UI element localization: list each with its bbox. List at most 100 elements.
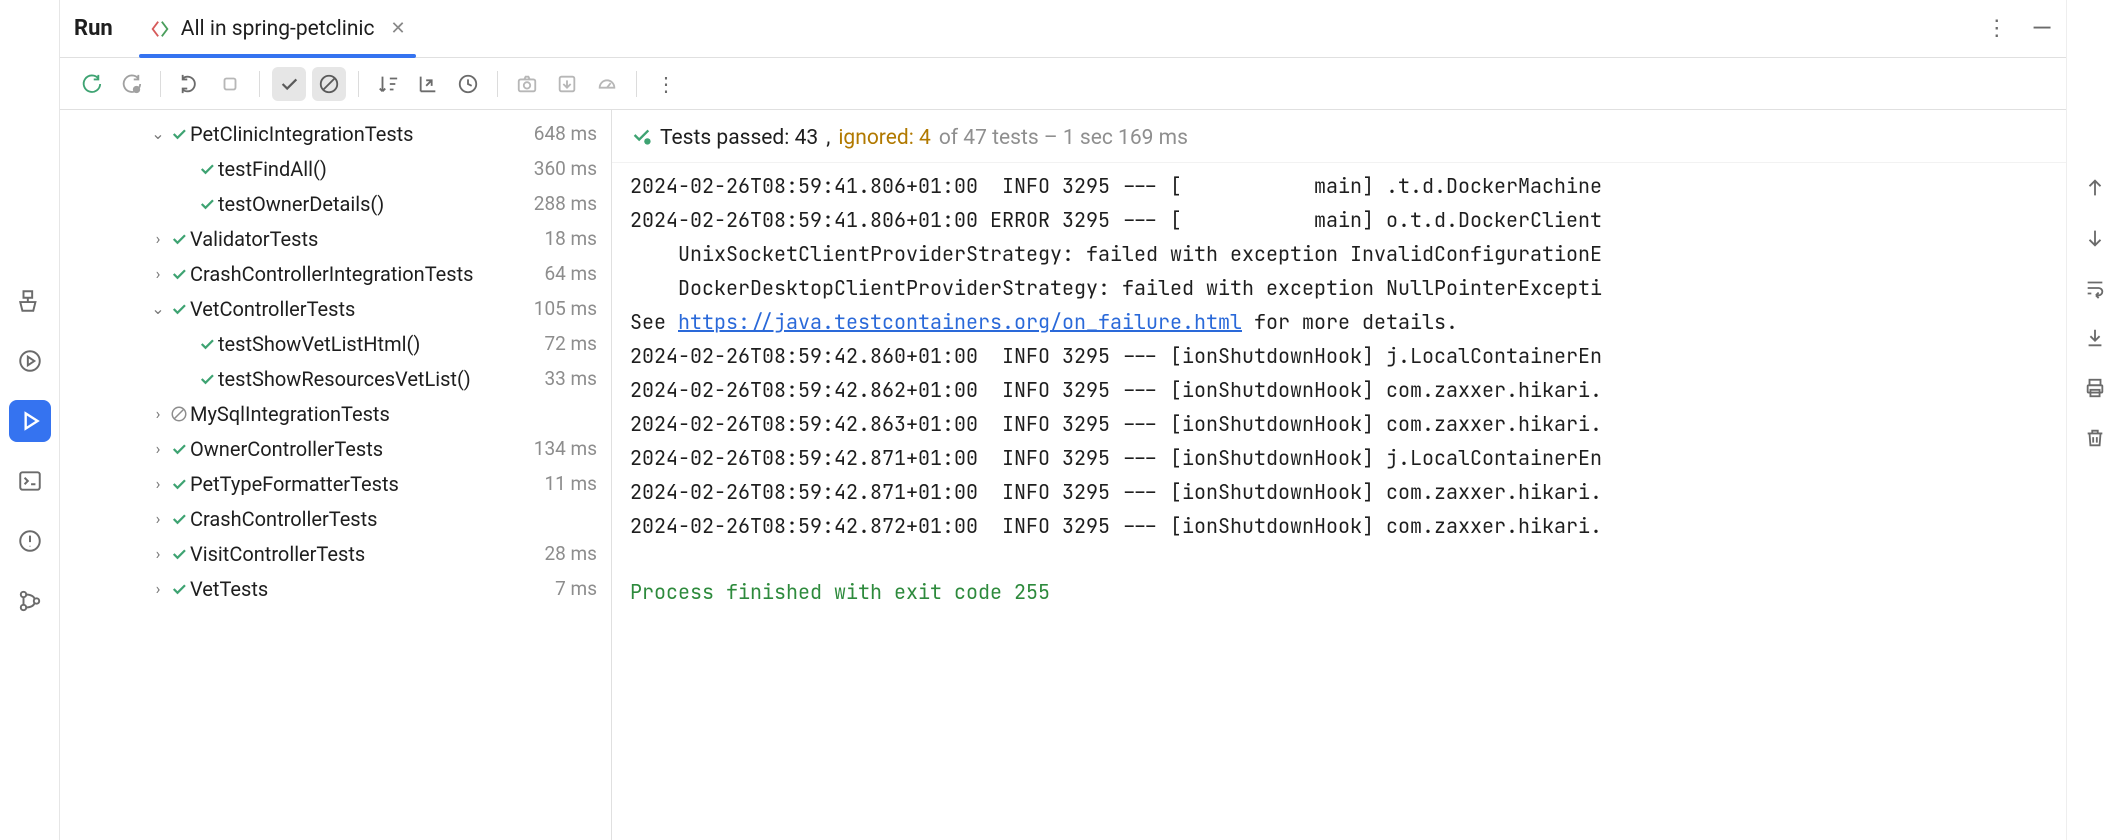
test-tree-row[interactable]: ⌄ VetControllerTests105 ms (60, 291, 611, 326)
test-duration: 360 ms (534, 157, 597, 180)
test-tree-row[interactable]: testShowResourcesVetList()33 ms (60, 361, 611, 396)
test-name: VetControllerTests (190, 297, 534, 321)
summary-ignored-label: ignored: 4 (838, 126, 930, 150)
test-name: CrashControllerTests (190, 507, 597, 531)
toggle-auto-test-button[interactable] (173, 67, 207, 101)
test-tree-row[interactable]: testOwnerDetails()288 ms (60, 186, 611, 221)
console-output[interactable]: 2024-02-26T08:59:41.806+01:00 INFO 3295 … (630, 169, 2060, 609)
ignored-icon (168, 405, 190, 423)
test-name: CrashControllerIntegrationTests (190, 262, 544, 286)
chevron-right-icon[interactable]: › (148, 509, 168, 528)
import-button[interactable] (550, 67, 584, 101)
test-summary: Tests passed: 43, ignored: 4 of 47 tests… (612, 110, 2066, 163)
pass-icon (168, 580, 190, 598)
test-tree-row[interactable]: ›OwnerControllerTests134 ms (60, 431, 611, 466)
pass-icon (196, 160, 218, 178)
chevron-down-icon[interactable]: ⌄ (148, 124, 168, 143)
chevron-right-icon[interactable]: › (148, 474, 168, 493)
pass-icon (168, 300, 190, 318)
chevron-right-icon[interactable]: › (148, 439, 168, 458)
test-tree-row[interactable]: ›PetTypeFormatterTests11 ms (60, 466, 611, 501)
test-duration: 64 ms (544, 262, 597, 285)
soft-wrap-icon[interactable] (2081, 274, 2109, 302)
history-button[interactable] (451, 67, 485, 101)
test-tree-row[interactable]: › CrashControllerIntegrationTests64 ms (60, 256, 611, 291)
chevron-right-icon[interactable]: › (148, 264, 168, 283)
chevron-right-icon[interactable]: › (148, 229, 168, 248)
show-passed-button[interactable] (272, 67, 306, 101)
minimize-icon[interactable]: — (2032, 14, 2052, 44)
test-duration: 134 ms (534, 437, 597, 460)
chevron-right-icon[interactable]: › (148, 579, 168, 598)
pass-icon (196, 370, 218, 388)
chevron-down-icon[interactable]: ⌄ (148, 299, 168, 318)
build-icon[interactable] (9, 280, 51, 322)
sort-button[interactable] (371, 67, 405, 101)
summary-rest: of 47 tests – 1 sec 169 ms (939, 126, 1188, 150)
test-duration: 105 ms (534, 297, 597, 320)
arrow-down-icon[interactable] (2081, 224, 2109, 252)
more-icon[interactable]: ⋮ (1986, 16, 2010, 41)
pass-icon (168, 230, 190, 248)
scroll-to-end-icon[interactable] (2081, 324, 2109, 352)
expand-all-button[interactable] (411, 67, 445, 101)
more-actions-button[interactable]: ⋮ (649, 67, 683, 101)
test-tree-row[interactable]: testFindAll()360 ms (60, 151, 611, 186)
chevron-right-icon[interactable]: › (148, 544, 168, 563)
run-toolwindow-icon[interactable] (9, 400, 51, 442)
vcs-icon[interactable] (9, 580, 51, 622)
show-ignored-button[interactable] (312, 67, 346, 101)
log-line: 2024-02-26T08:59:42.863+01:00 INFO 3295 … (630, 407, 2060, 441)
rerun-failed-button[interactable] (114, 67, 148, 101)
problems-icon[interactable] (9, 520, 51, 562)
run-config-tab-label: All in spring-petclinic (181, 17, 375, 41)
test-tree-row[interactable]: › CrashControllerTests (60, 501, 611, 536)
pass-icon (168, 475, 190, 493)
test-tree-row[interactable]: ⌄PetClinicIntegrationTests648 ms (60, 116, 611, 151)
run-config-icon (149, 18, 171, 40)
run-config-tab[interactable]: All in spring-petclinic ✕ (139, 0, 416, 57)
console-gutter (2066, 0, 2122, 840)
dashboard-button[interactable] (590, 67, 624, 101)
test-tree-row[interactable]: testShowVetListHtml()72 ms (60, 326, 611, 361)
test-name: MySqlIntegrationTests (190, 402, 597, 426)
test-name: testFindAll() (218, 157, 534, 181)
test-name: testOwnerDetails() (218, 192, 534, 216)
trash-icon[interactable] (2081, 424, 2109, 452)
test-tree[interactable]: ⌄PetClinicIntegrationTests648 mstestFind… (60, 110, 612, 840)
tests-passed-icon (630, 124, 652, 152)
test-tree-row[interactable]: › MySqlIntegrationTests (60, 396, 611, 431)
log-line: 2024-02-26T08:59:42.871+01:00 INFO 3295 … (630, 441, 2060, 475)
test-name: PetClinicIntegrationTests (190, 122, 534, 146)
services-icon[interactable] (9, 340, 51, 382)
close-icon[interactable]: ✕ (391, 18, 406, 39)
log-line: 2024-02-26T08:59:42.860+01:00 INFO 3295 … (630, 339, 2060, 373)
log-line: See https://java.testcontainers.org/on_f… (630, 305, 2060, 339)
pass-icon (196, 195, 218, 213)
pass-icon (168, 440, 190, 458)
test-duration: 11 ms (544, 472, 597, 495)
screenshot-button[interactable] (510, 67, 544, 101)
log-line: UnixSocketClientProviderStrategy: failed… (630, 237, 2060, 271)
test-duration: 18 ms (544, 227, 597, 250)
chevron-right-icon[interactable]: › (148, 404, 168, 423)
tool-window-title: Run (74, 16, 113, 41)
console-panel: Tests passed: 43, ignored: 4 of 47 tests… (612, 110, 2066, 840)
test-name: testShowResourcesVetList() (218, 367, 544, 391)
rerun-button[interactable] (74, 67, 108, 101)
terminal-icon[interactable] (9, 460, 51, 502)
log-line: 2024-02-26T08:59:42.862+01:00 INFO 3295 … (630, 373, 2060, 407)
stop-button[interactable] (213, 67, 247, 101)
log-link[interactable]: https://java.testcontainers.org/on_failu… (678, 309, 1242, 335)
test-tree-row[interactable]: ›VetTests7 ms (60, 571, 611, 606)
log-line: 2024-02-26T08:59:42.872+01:00 INFO 3295 … (630, 509, 2060, 543)
summary-passed-label: Tests passed: 43 (660, 126, 818, 150)
log-line: 2024-02-26T08:59:42.871+01:00 INFO 3295 … (630, 475, 2060, 509)
print-icon[interactable] (2081, 374, 2109, 402)
test-tree-row[interactable]: ›VisitControllerTests28 ms (60, 536, 611, 571)
pass-icon (196, 335, 218, 353)
arrow-up-icon[interactable] (2081, 174, 2109, 202)
pass-icon (168, 125, 190, 143)
test-tree-row[interactable]: › ValidatorTests18 ms (60, 221, 611, 256)
test-name: ValidatorTests (190, 227, 544, 251)
